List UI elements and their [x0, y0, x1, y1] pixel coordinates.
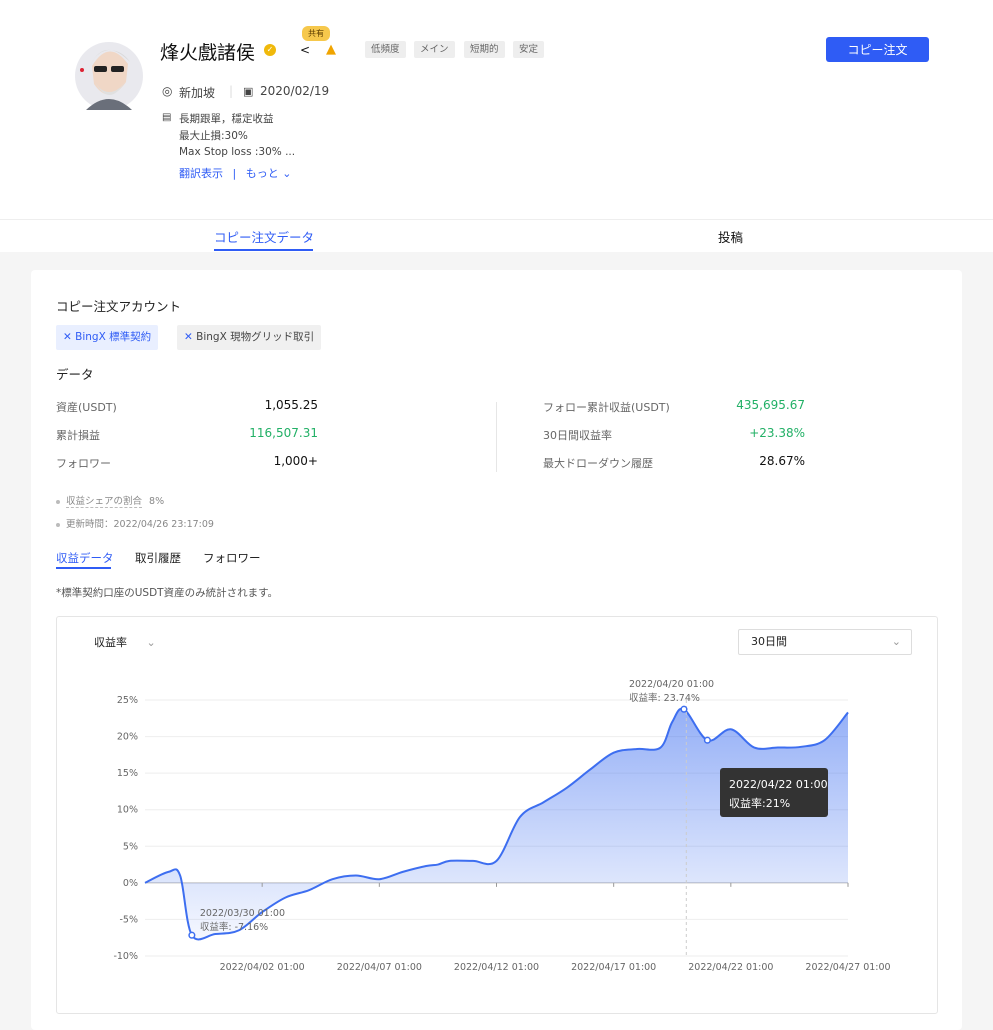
tag-stable: 安定	[513, 41, 545, 58]
chevron-down-icon: ⌄	[891, 635, 901, 648]
chart-tooltip: 2022/04/22 01:00 収益率:21%	[720, 768, 828, 817]
location-icon: ◎	[162, 84, 173, 98]
stat-label: 資産(USDT)	[56, 401, 117, 414]
stat-label: 30日間収益率	[543, 429, 612, 442]
period-value: 30日間	[751, 635, 787, 648]
verified-icon: ✓	[264, 44, 276, 56]
meta-divider: |	[229, 84, 234, 98]
active-subtab-indicator	[56, 567, 111, 569]
calendar-icon: ▣	[243, 85, 254, 98]
bingx-icon: ✕	[184, 331, 193, 343]
tab-posts[interactable]: 投稿	[718, 227, 743, 246]
join-date: 2020/02/19	[260, 84, 330, 98]
active-tab-indicator	[214, 249, 313, 251]
stat-value: 435,695.67	[736, 398, 805, 412]
account-standard-button[interactable]: ✕ BingX 標準契約	[56, 325, 159, 350]
subtab-profit-data[interactable]: 収益データ	[56, 550, 114, 566]
bio-line-2: 最大止損:30%	[179, 130, 248, 142]
metric-select[interactable]: 収益率 ⌄	[94, 634, 156, 650]
bio-links: 翻訳表示 | もっと ⌄	[179, 165, 291, 181]
tooltip-value: 収益率:21%	[729, 797, 791, 810]
stat-value: +23.38%	[749, 426, 805, 440]
profile-header	[0, 0, 993, 220]
account-title: コピー注文アカウント	[56, 299, 182, 314]
stat-value: 1,000+	[273, 454, 318, 468]
stat-label: 最大ドローダウン履歴	[543, 457, 653, 470]
chart-note: *標準契約口座のUSDT資産のみ統計されます。	[56, 587, 279, 599]
data-title: データ	[56, 367, 94, 382]
main-tabs: コピー注文データ 投稿	[0, 219, 993, 252]
stat-value: 1,055.25	[264, 398, 318, 412]
stat-label: フォロワー	[56, 457, 111, 470]
bio-line-1: 長期跟單，穩定收益	[179, 113, 274, 125]
tag-main: メイン	[414, 41, 455, 58]
bingx-icon: ✕	[63, 331, 72, 343]
chevron-down-icon[interactable]: ⌄	[282, 167, 291, 180]
subtab-trade-history[interactable]: 取引履歴	[135, 550, 181, 566]
bullet-icon	[56, 499, 60, 504]
stat-label: 累計損益	[56, 429, 100, 442]
shared-badge: 共有	[302, 26, 330, 41]
tag-short-term: 短期的	[464, 41, 505, 58]
account-standard-label: BingX 標準契約	[75, 331, 152, 343]
bio-line-3: Max Stop loss :30% ...	[179, 146, 296, 158]
location-text: 新加坡	[179, 86, 216, 100]
link-divider: |	[232, 167, 237, 180]
share-ratio-label[interactable]: 収益シェアの割合	[66, 496, 143, 508]
metric-value: 収益率	[94, 636, 127, 649]
warning-icon[interactable]: ▲	[326, 42, 336, 57]
stat-label: フォロー累計収益(USDT)	[543, 401, 670, 414]
account-grid-label: BingX 現物グリッド取引	[196, 331, 315, 343]
subtab-followers[interactable]: フォロワー	[203, 550, 261, 566]
stats-divider	[496, 402, 497, 472]
tab-copy-data[interactable]: コピー注文データ	[214, 227, 314, 246]
share-ratio-note: 収益シェアの割合 8%	[56, 493, 165, 508]
tooltip-date: 2022/04/22 01:00	[729, 778, 828, 791]
updated-time: 更新時間：2022/04/26 23:17:09	[66, 519, 214, 530]
updated-note: 更新時間：2022/04/26 23:17:09	[56, 516, 214, 530]
bullet-icon	[56, 522, 60, 527]
share-ratio-value: 8%	[149, 496, 165, 507]
more-link[interactable]: もっと	[246, 167, 279, 180]
chevron-down-icon: ⌄	[146, 636, 156, 649]
account-grid-button[interactable]: ✕ BingX 現物グリッド取引	[177, 325, 322, 350]
stat-value: 116,507.31	[249, 426, 318, 440]
share-icon[interactable]: <	[300, 43, 310, 57]
trader-name: 烽火戲諸侯	[160, 42, 256, 64]
period-select[interactable]: 30日間 ⌄	[738, 629, 912, 655]
stat-value: 28.67%	[759, 454, 805, 468]
copy-order-button[interactable]: コピー注文	[826, 37, 929, 62]
translate-link[interactable]: 翻訳表示	[179, 167, 223, 180]
avatar	[75, 42, 143, 110]
tag-frequency: 低頻度	[365, 41, 406, 58]
bio-icon: ▤	[162, 112, 172, 123]
